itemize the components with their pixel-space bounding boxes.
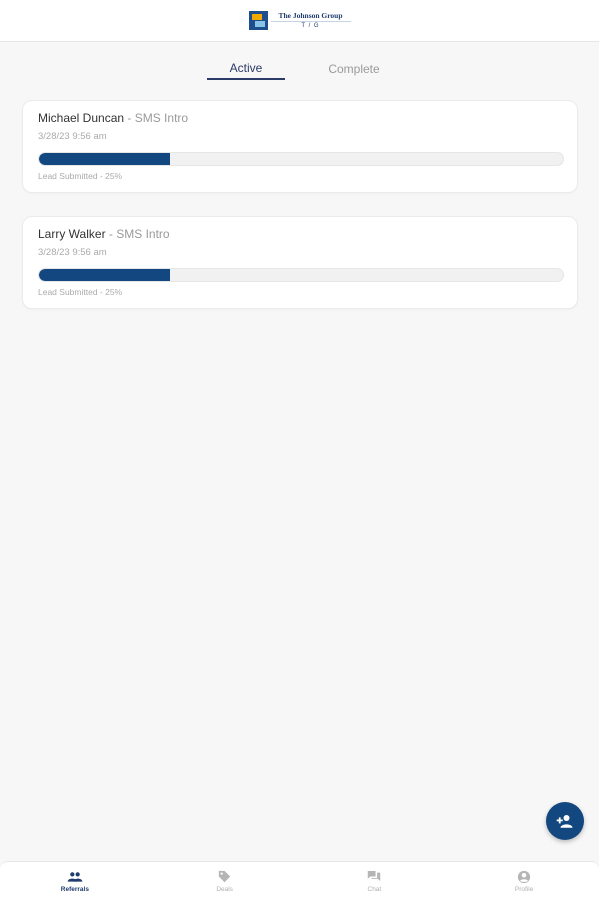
nav-profile[interactable]: Profile xyxy=(449,862,599,900)
referral-source: SMS Intro xyxy=(116,227,170,241)
nav-label-referrals: Referrals xyxy=(60,885,89,893)
nav-label-deals: Deals xyxy=(216,885,233,893)
progress-bar xyxy=(38,268,564,282)
brand-logo-icon xyxy=(248,11,268,30)
add-person-icon xyxy=(556,815,573,828)
status-tabs: Active Complete xyxy=(0,58,599,82)
referral-status: Lead Submitted - 25% xyxy=(38,287,123,297)
referral-status: Lead Submitted - 25% xyxy=(38,171,123,181)
progress-fill xyxy=(39,269,170,281)
brand-name: The Johnson Group xyxy=(278,10,343,20)
referral-date: 3/28/23 9:56 am xyxy=(38,131,107,142)
app-screen: The Johnson Group T / G Active Complete … xyxy=(0,0,599,900)
nav-label-chat: Chat xyxy=(367,885,382,893)
tag-icon xyxy=(217,870,233,884)
referral-card[interactable]: Larry Walker - SMS Intro 3/28/23 9:56 am… xyxy=(22,216,578,309)
referral-name: Larry Walker xyxy=(38,227,106,241)
profile-icon xyxy=(516,870,532,884)
referral-source: SMS Intro xyxy=(134,111,189,125)
people-icon xyxy=(67,870,83,884)
referral-title: Michael Duncan - SMS Intro xyxy=(38,111,188,125)
referral-title: Larry Walker - SMS Intro xyxy=(38,227,170,241)
progress-bar xyxy=(38,152,564,166)
nav-label-profile: Profile xyxy=(514,885,534,893)
tab-complete[interactable]: Complete xyxy=(313,58,395,80)
bottom-nav: Referrals Deals Chat Profile xyxy=(0,861,599,900)
referral-separator: - xyxy=(105,227,117,241)
progress-fill xyxy=(39,153,170,165)
referral-name: Michael Duncan xyxy=(38,111,125,125)
nav-deals[interactable]: Deals xyxy=(150,862,300,900)
brand-sub: T / G xyxy=(270,21,351,29)
referral-date: 3/28/23 9:56 am xyxy=(38,247,107,258)
add-referral-button[interactable] xyxy=(546,802,584,840)
nav-chat[interactable]: Chat xyxy=(300,862,450,900)
app-header: The Johnson Group T / G xyxy=(0,0,599,42)
tab-active[interactable]: Active xyxy=(207,58,285,80)
brand-logo: The Johnson Group T / G xyxy=(248,10,351,30)
referral-card[interactable]: Michael Duncan - SMS Intro 3/28/23 9:56 … xyxy=(22,100,578,193)
chat-icon xyxy=(366,870,382,884)
referral-separator: - xyxy=(124,111,135,125)
nav-referrals[interactable]: Referrals xyxy=(0,862,150,900)
